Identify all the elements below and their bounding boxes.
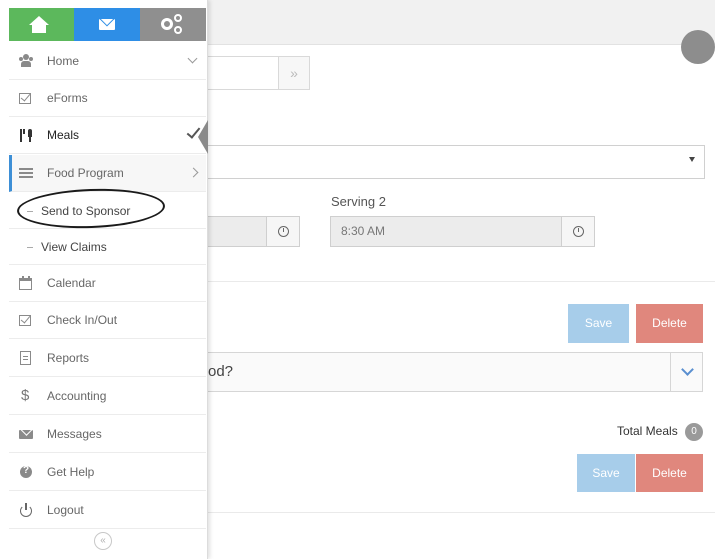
save-button[interactable]: Save [568,304,629,343]
sidebar-item-label: Get Help [47,465,95,479]
collapse-sidebar-button[interactable]: « [94,532,112,550]
avatar[interactable] [681,30,715,64]
sidebar-item-food-program[interactable]: Food Program [9,155,206,192]
sidebar-subitem-label: View Claims [41,240,107,254]
total-meals-label: Total Meals [617,424,678,438]
delete-button[interactable]: Delete [636,304,703,343]
sidebar-item-label: Reports [47,351,90,365]
help-icon: ? [19,465,33,479]
sidebar-item-label: Messages [47,427,102,441]
clock-icon [573,226,584,237]
sidebar-quick-icons [9,8,206,41]
envelope-icon [99,19,115,30]
serving-1-time-field[interactable] [207,216,267,247]
document-icon [19,351,33,365]
serving-2-time-field[interactable]: 8:30 AM [330,216,562,247]
chevron-right-icon [188,167,199,178]
sidebar-item-label: Accounting [47,389,107,403]
settings-button[interactable] [140,8,206,41]
envelope-icon [19,423,33,441]
sidebar-item-label: Check In/Out [47,313,118,327]
go-button[interactable]: » [278,56,310,90]
sidebar: Home eForms Meals Food Program Send to S… [0,0,208,559]
checkbox-icon [19,313,33,327]
calendar-icon [19,276,33,290]
sidebar-item-reports[interactable]: Reports [9,340,206,377]
home-button[interactable] [9,8,74,41]
sidebar-item-label: Calendar [47,276,96,290]
sidebar-item-eforms[interactable]: eForms [9,80,206,117]
serving-1-clock-button[interactable] [266,216,300,247]
power-icon [19,503,33,517]
sidebar-item-home[interactable]: Home [9,43,206,80]
divider [207,512,715,513]
users-icon [19,54,33,68]
chevron-down-icon [187,53,198,64]
sidebar-item-label: Food Program [47,166,124,180]
mail-button[interactable] [74,8,140,41]
sidebar-item-logout[interactable]: Logout [9,492,206,529]
search-input[interactable] [207,56,280,90]
question-accordion[interactable]: od? [207,352,703,392]
tree-line [27,247,33,248]
active-indicator [198,120,208,154]
sidebar-item-label: Logout [47,503,84,517]
sidebar-item-accounting[interactable]: $ Accounting [9,378,206,415]
question-text: od? [208,363,234,380]
sidebar-item-meals[interactable]: Meals [9,117,206,154]
sidebar-subitem-view-claims[interactable]: View Claims [9,229,206,265]
dollar-icon: $ [21,387,30,404]
checkbox-icon [19,91,33,105]
sidebar-item-label: Meals [47,128,80,142]
sidebar-item-check-in-out[interactable]: Check In/Out [9,302,206,339]
caret-down-icon [689,157,695,162]
sidebar-item-get-help[interactable]: ? Get Help [9,454,206,491]
serving-2-clock-button[interactable] [561,216,595,247]
list-icon [19,166,33,180]
sidebar-item-label: eForms [47,91,88,105]
utensils-icon [19,128,33,142]
sidebar-item-calendar[interactable]: Calendar [9,265,206,302]
sidebar-item-label: Home [47,54,80,68]
sidebar-item-messages[interactable]: Messages [9,416,206,453]
home-icon [29,16,49,33]
serving-2-label: Serving 2 [331,194,386,209]
delete-button[interactable]: Delete [636,454,703,492]
clock-icon [278,226,289,237]
total-meals-badge: 0 [685,423,703,441]
save-button[interactable]: Save [577,454,635,492]
chevron-down-icon[interactable] [670,353,705,391]
meal-type-select[interactable] [207,145,705,179]
divider [207,281,715,282]
